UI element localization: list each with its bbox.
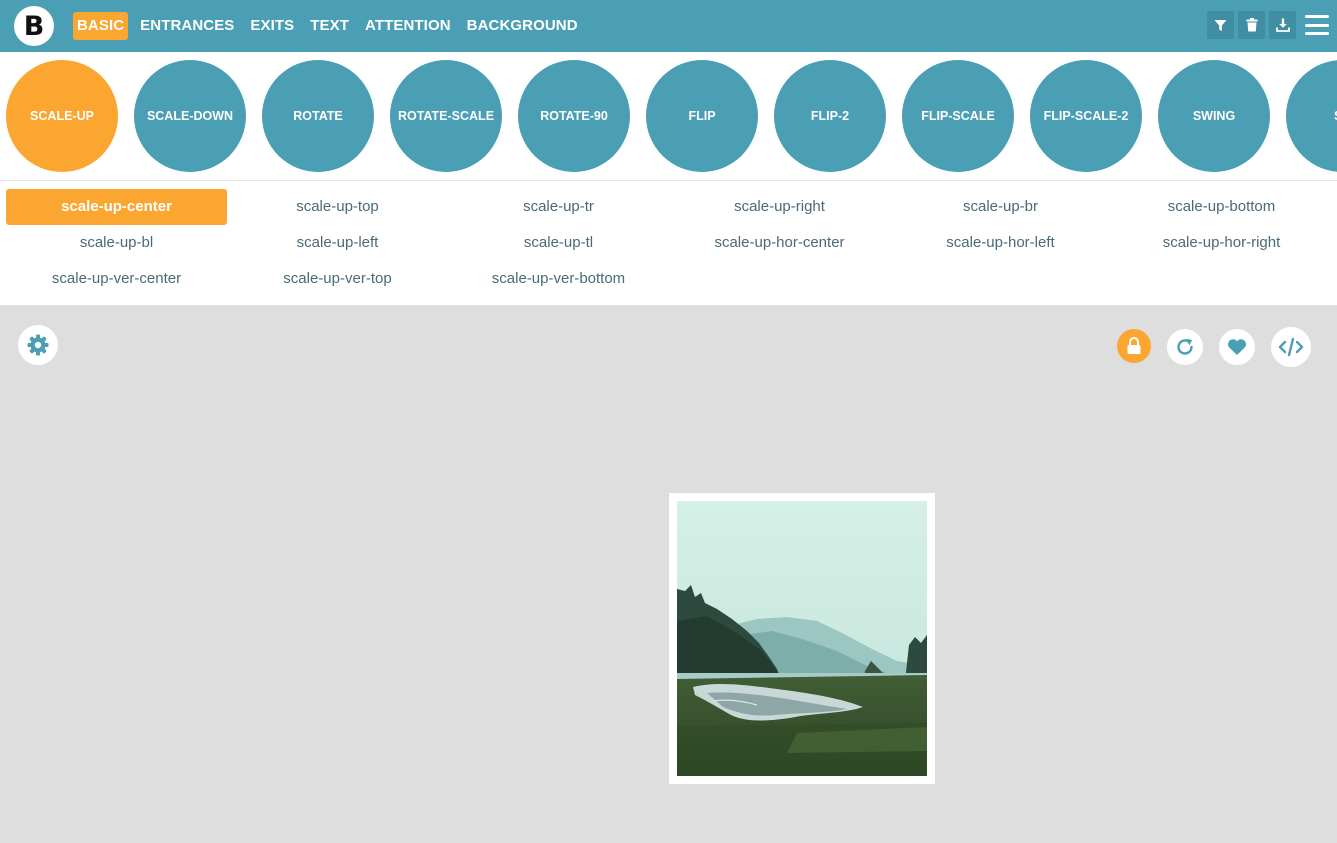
variant-scale-up-top[interactable]: scale-up-top (227, 189, 448, 225)
landscape-photo (677, 501, 927, 776)
settings-button[interactable] (18, 325, 58, 365)
variant-scale-up-ver-center[interactable]: scale-up-ver-center (6, 261, 227, 297)
category-flip-scale-2[interactable]: FLIP-SCALE-2 (1030, 60, 1142, 172)
lock-button[interactable] (1117, 329, 1151, 363)
variant-scale-up-hor-center[interactable]: scale-up-hor-center (669, 225, 890, 261)
download-icon (1275, 18, 1290, 32)
variant-scale-up-left[interactable]: scale-up-left (227, 225, 448, 261)
gear-icon (27, 334, 49, 356)
variant-scale-up-ver-top[interactable]: scale-up-ver-top (227, 261, 448, 297)
category-flip-2[interactable]: FLIP-2 (774, 60, 886, 172)
nav-item-attention[interactable]: ATTENTION (361, 12, 455, 40)
variant-scale-up-hor-right[interactable]: scale-up-hor-right (1111, 225, 1332, 261)
category-flip-scale[interactable]: FLIP-SCALE (902, 60, 1014, 172)
variant-grid: scale-up-center scale-up-top scale-up-tr… (0, 181, 1337, 305)
category-row: SCALE-UP SCALE-DOWN ROTATE ROTATE-SCALE … (0, 52, 1337, 181)
toolbar (1203, 11, 1329, 39)
category-scale-down[interactable]: SCALE-DOWN (134, 60, 246, 172)
category-slide-partial[interactable]: SL (1286, 60, 1337, 172)
variant-scale-up-ver-bottom[interactable]: scale-up-ver-bottom (448, 261, 669, 297)
heart-icon (1228, 339, 1246, 355)
category-scale-up[interactable]: SCALE-UP (6, 60, 118, 172)
nav-item-entrances[interactable]: ENTRANCES (136, 12, 238, 40)
menu-bar (1305, 23, 1329, 27)
hamburger-menu-icon[interactable] (1305, 15, 1329, 35)
category-flip[interactable]: FLIP (646, 60, 758, 172)
category-swing[interactable]: SWING (1158, 60, 1270, 172)
filter-button[interactable] (1207, 11, 1234, 39)
get-code-button[interactable] (1271, 327, 1311, 367)
favorite-button[interactable] (1219, 329, 1255, 365)
category-rotate[interactable]: ROTATE (262, 60, 374, 172)
menu-bar (1305, 15, 1329, 18)
filter-icon (1214, 19, 1227, 31)
variant-scale-up-br[interactable]: scale-up-br (890, 189, 1111, 225)
variant-scale-up-bottom[interactable]: scale-up-bottom (1111, 189, 1332, 225)
lock-icon (1127, 337, 1141, 354)
nav-item-exits[interactable]: EXITS (246, 12, 298, 40)
variant-scale-up-hor-left[interactable]: scale-up-hor-left (890, 225, 1111, 261)
refresh-icon (1177, 338, 1193, 355)
delete-button[interactable] (1238, 11, 1265, 39)
preview-stage (0, 305, 1337, 843)
menu-bar (1305, 32, 1329, 35)
variant-scale-up-tl[interactable]: scale-up-tl (448, 225, 669, 261)
variant-scale-up-center[interactable]: scale-up-center (6, 189, 227, 225)
app-logo[interactable]: B (14, 6, 54, 46)
nav-item-text[interactable]: TEXT (306, 12, 353, 40)
category-rotate-scale[interactable]: ROTATE-SCALE (390, 60, 502, 172)
replay-button[interactable] (1167, 329, 1203, 365)
download-button[interactable] (1269, 11, 1296, 39)
category-list: SCALE-UP SCALE-DOWN ROTATE ROTATE-SCALE … (6, 60, 1337, 172)
variant-scale-up-right[interactable]: scale-up-right (669, 189, 890, 225)
trash-icon (1246, 18, 1257, 32)
variant-scale-up-bl[interactable]: scale-up-bl (6, 225, 227, 261)
preview-image-frame (669, 493, 935, 784)
nav-item-background[interactable]: BACKGROUND (463, 12, 582, 40)
category-rotate-90[interactable]: ROTATE-90 (518, 60, 630, 172)
variant-scale-up-tr[interactable]: scale-up-tr (448, 189, 669, 225)
main-nav: BASIC ENTRANCES EXITS TEXT ATTENTION BAC… (73, 12, 590, 40)
code-icon (1278, 337, 1304, 357)
logo-letter: B (23, 11, 45, 42)
top-bar: B BASIC ENTRANCES EXITS TEXT ATTENTION B… (0, 0, 1337, 52)
nav-item-basic[interactable]: BASIC (73, 12, 129, 40)
